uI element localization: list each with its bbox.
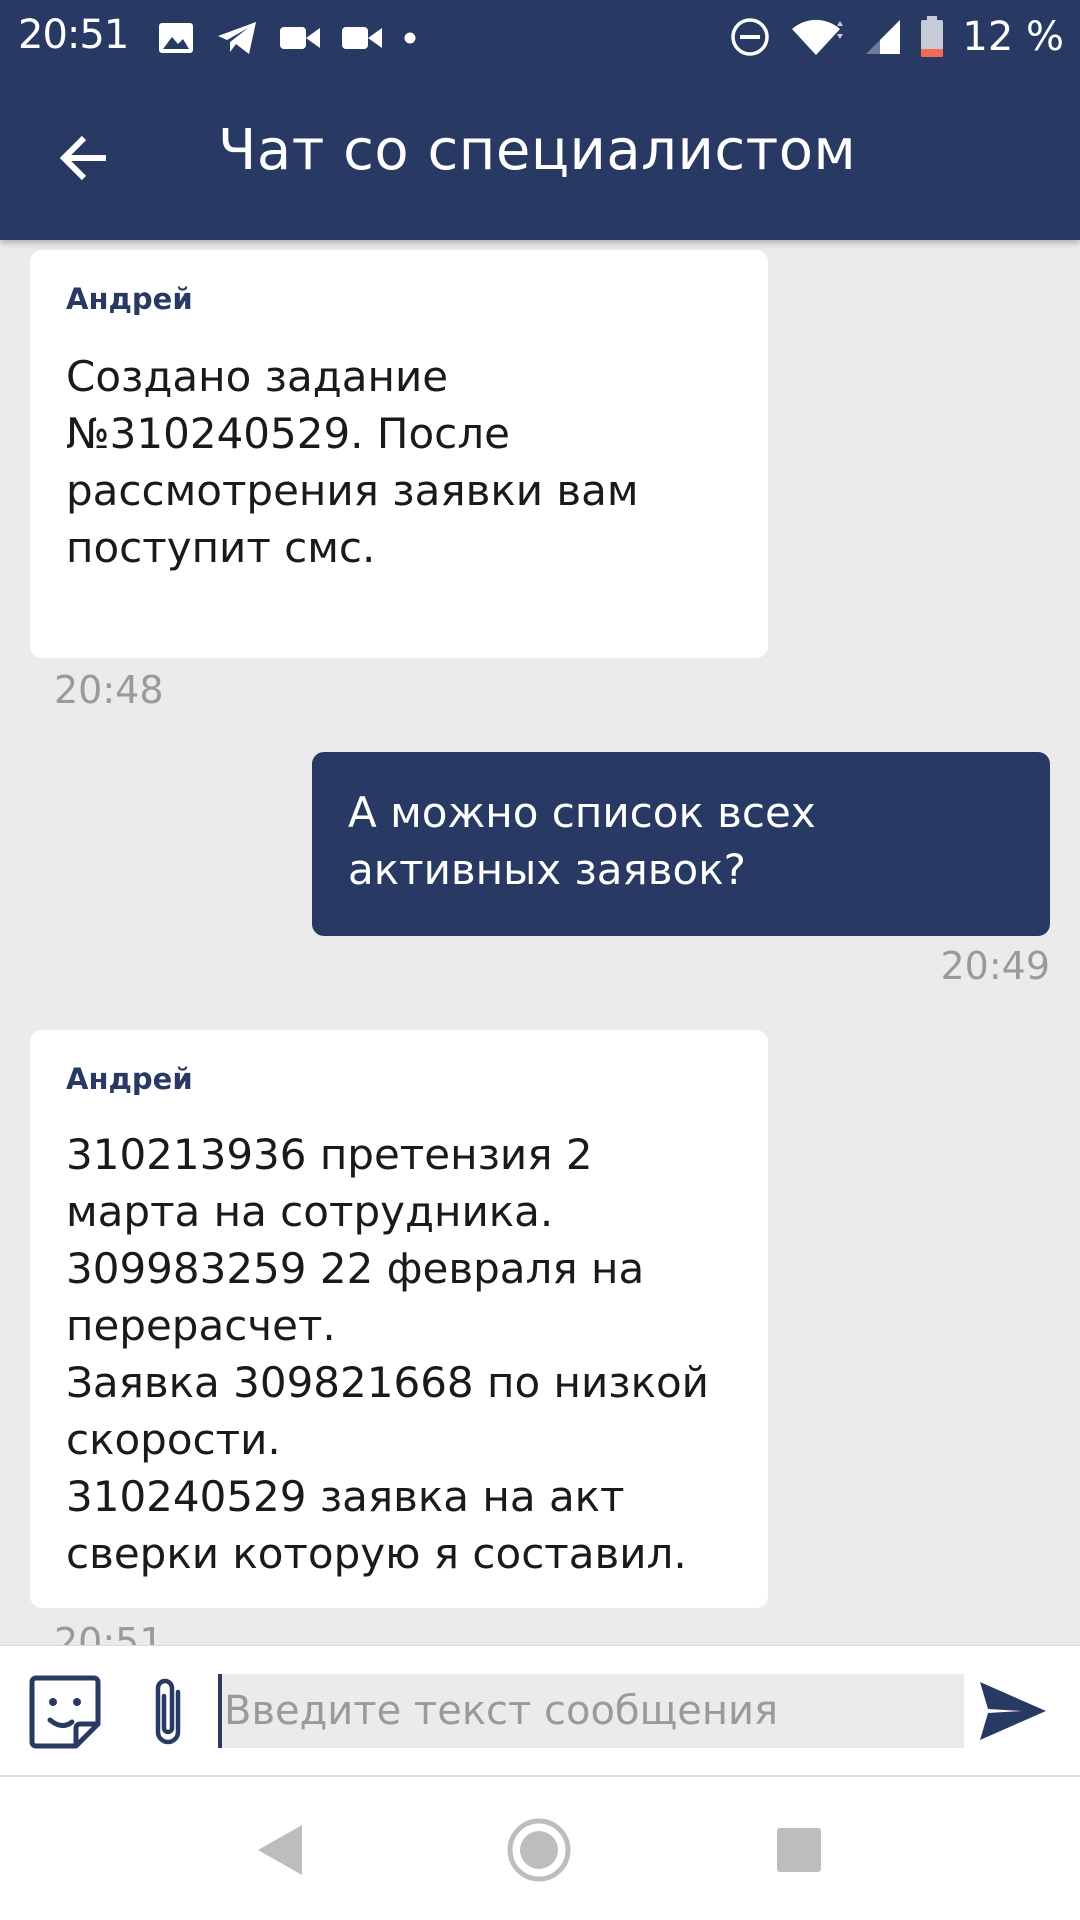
notification-icons: [158, 16, 416, 60]
sticker-icon: [29, 1675, 101, 1749]
nav-home-icon[interactable]: [506, 1817, 572, 1883]
message-text: А можно список всех активных заявок?: [348, 788, 816, 894]
cellular-signal-icon: [866, 20, 901, 54]
system-icons: 12 %: [730, 12, 1064, 62]
message-text: 310213936 претензия 2 марта на сотрудник…: [66, 1130, 709, 1578]
arrow-left-icon: [59, 135, 106, 181]
message-composer: [0, 1645, 1080, 1777]
status-time: 20:51: [18, 12, 129, 58]
video-camera-icon: [342, 27, 382, 49]
page-title: Чат со специалистом: [218, 118, 857, 183]
message-sender: Андрей: [66, 1062, 193, 1096]
telegram-icon: [218, 22, 256, 54]
incoming-message-bubble: Андрей 310213936 претензия 2 марта на со…: [30, 1030, 768, 1608]
gallery-icon: [159, 23, 193, 53]
system-navigation-bar: [0, 1777, 1080, 1920]
wifi-icon: [792, 19, 844, 55]
incoming-message-bubble: Андрей Создано задание №310240529. После…: [30, 250, 768, 658]
nav-back-icon[interactable]: [254, 1823, 304, 1877]
send-icon: [980, 1682, 1046, 1740]
do-not-disturb-icon: [731, 18, 770, 56]
nav-recents-icon[interactable]: [776, 1827, 822, 1873]
attach-button[interactable]: [144, 1672, 192, 1752]
dot-icon: [404, 32, 416, 44]
battery-low-icon: [921, 16, 944, 57]
paperclip-icon: [155, 1678, 181, 1745]
send-button[interactable]: [978, 1678, 1048, 1744]
back-button[interactable]: [44, 118, 124, 198]
message-timestamp: 20:51: [54, 1620, 164, 1645]
chat-message-list[interactable]: Андрей Создано задание №310240529. После…: [0, 240, 1080, 1645]
outgoing-message-bubble: А можно список всех активных заявок?: [312, 752, 1050, 936]
message-input[interactable]: [218, 1674, 964, 1748]
message-sender: Андрей: [66, 282, 193, 316]
message-text: Создано задание №310240529. После рассмо…: [66, 352, 639, 572]
video-camera-icon: [280, 27, 320, 49]
message-timestamp: 20:48: [54, 668, 164, 712]
message-timestamp: 20:49: [940, 944, 1050, 988]
sticker-button[interactable]: [28, 1674, 102, 1750]
app-bar: Чат со специалистом: [0, 76, 1080, 240]
battery-percent: 12 %: [962, 14, 1064, 60]
status-bar: 20:51 12 %: [0, 0, 1080, 76]
